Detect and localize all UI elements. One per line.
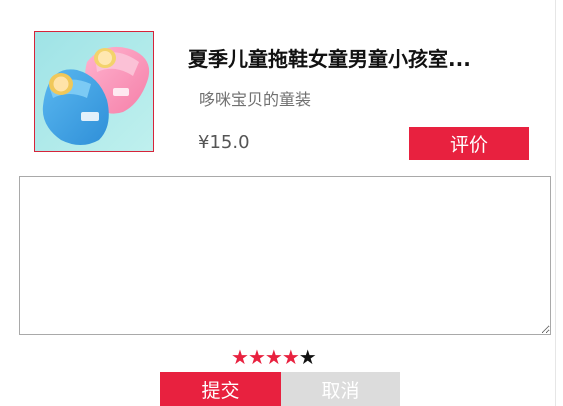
product-thumbnail[interactable]	[34, 31, 154, 152]
cancel-button[interactable]: 取消	[281, 372, 400, 406]
slippers-image	[35, 32, 153, 151]
star-5-icon[interactable]: ★	[299, 345, 317, 369]
page-right-border	[555, 0, 556, 406]
submit-button[interactable]: 提交	[160, 372, 281, 406]
product-price: ¥15.0	[198, 132, 250, 153]
product-title[interactable]: 夏季儿童拖鞋女童男童小孩室...	[188, 43, 508, 72]
shop-name: 哆咪宝贝的童装	[199, 90, 312, 109]
star-2-icon[interactable]: ★	[248, 345, 266, 369]
star-3-icon[interactable]: ★	[265, 345, 283, 369]
star-1-icon[interactable]: ★	[231, 345, 249, 369]
review-comment-textarea[interactable]	[19, 176, 551, 335]
review-button[interactable]: 评价	[409, 127, 529, 160]
star-4-icon[interactable]: ★	[282, 345, 300, 369]
star-rating[interactable]: ★★★★★	[231, 345, 317, 369]
